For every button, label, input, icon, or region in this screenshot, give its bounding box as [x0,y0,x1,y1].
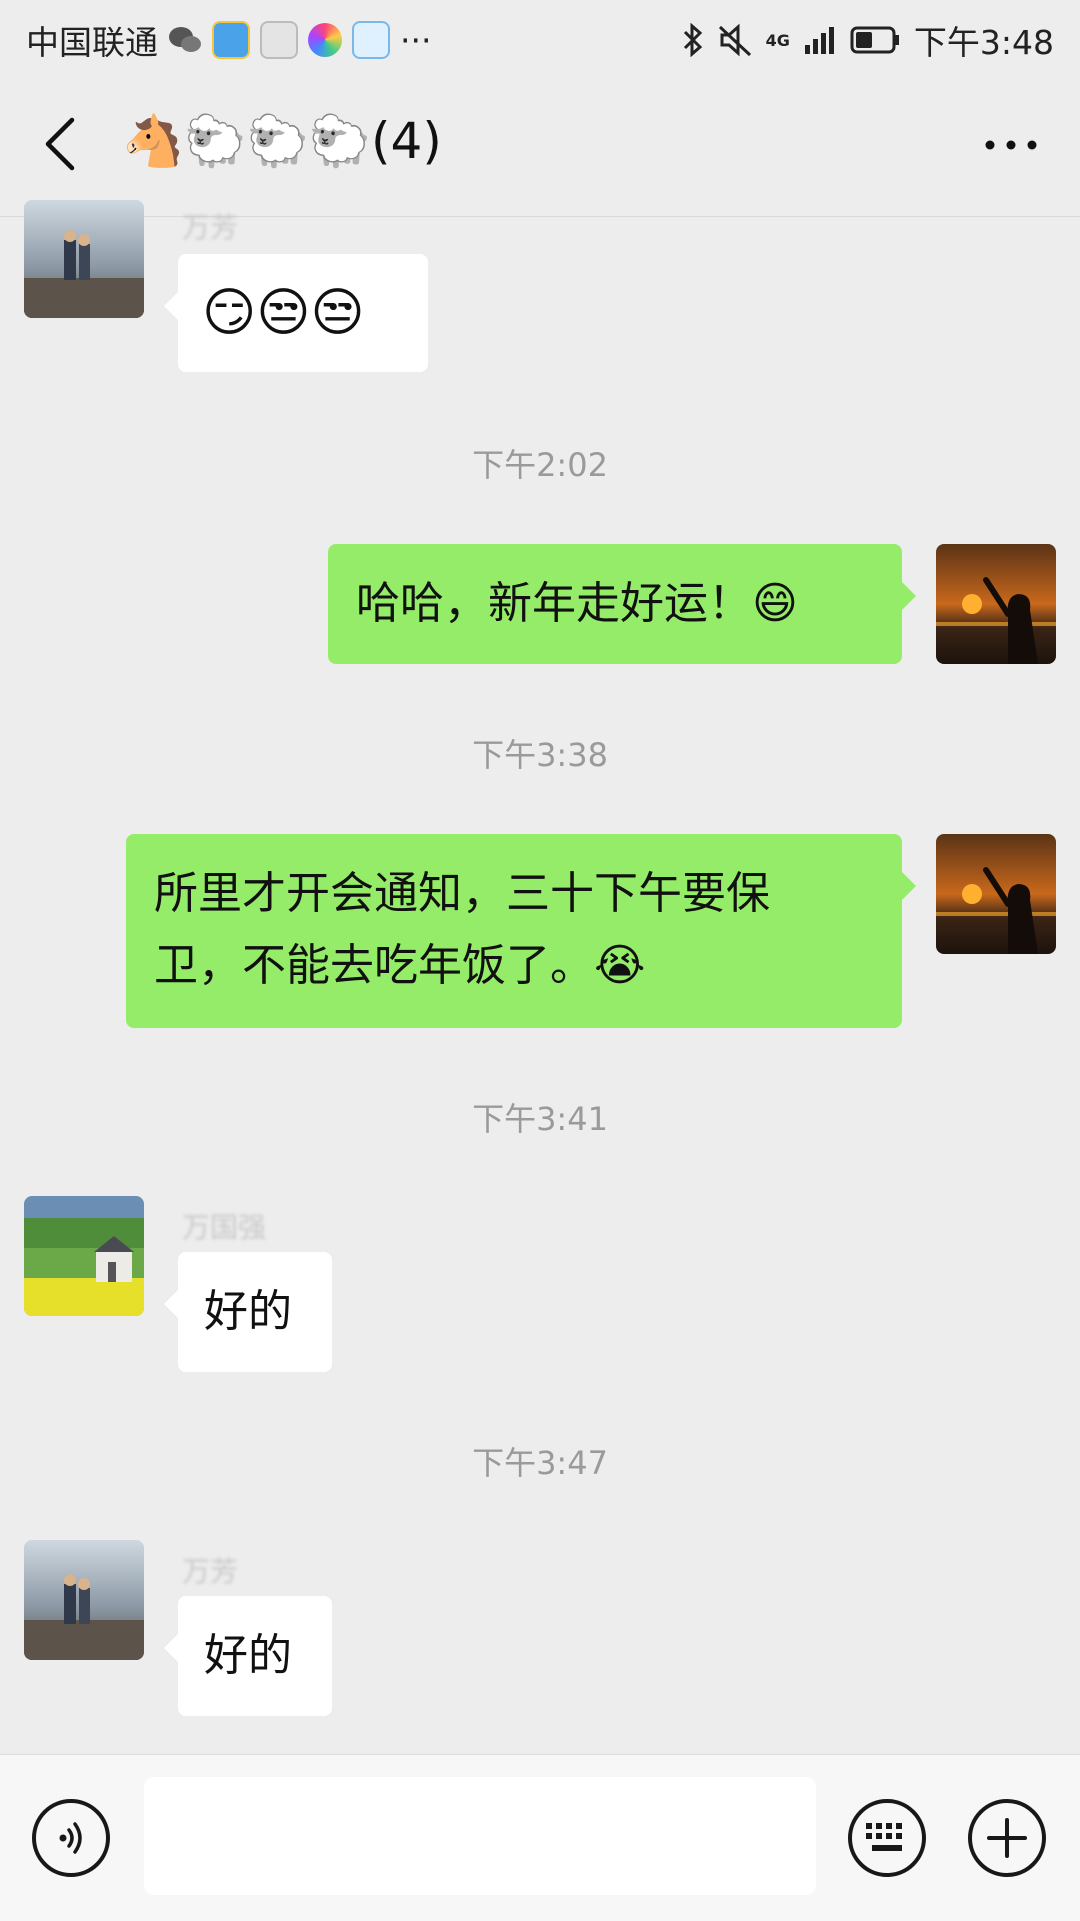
network-type-label: 4G [765,30,790,50]
incoming-message-bubble[interactable]: 好的 [164,1596,332,1716]
message-input[interactable] [144,1777,816,1895]
app-icon [260,20,298,60]
message-text: 好的 [204,1630,292,1681]
message-text: 哈哈，新年走好运！😄 [356,578,798,629]
message-timestamp: 下午3:47 [472,1444,608,1482]
message-text: 好的 [204,1286,292,1337]
chat-input-bar [0,1754,1080,1921]
messenger-app-icon [212,20,250,60]
more-dots-icon [985,140,1037,150]
incoming-message-bubble[interactable]: 好的 [164,1252,332,1372]
message-text-line: 所里才开会通知，三十下午要保 [154,868,770,919]
voice-icon [59,1822,82,1854]
more-functions-button[interactable] [968,1799,1046,1877]
incoming-message-bubble[interactable]: 😏😒😒 [164,254,428,372]
signal-icon [804,20,836,60]
sender-avatar[interactable] [24,200,144,318]
more-options-button[interactable] [976,120,1046,170]
colorful-app-icon [308,20,342,60]
clock-label: 下午3:48 [913,23,1054,62]
chat-header: 🐴🐑🐑🐑(4) [0,74,1080,217]
cartoon-app-icon [352,20,390,60]
sender-name: 万芳 [182,1555,239,1588]
sender-avatar[interactable] [24,1540,144,1660]
message-timestamp: 下午3:41 [472,1100,608,1138]
message-text: 😏😒😒 [202,283,365,343]
keyboard-button[interactable] [848,1799,926,1877]
more-notifications-label: ··· [400,20,432,60]
voice-input-button[interactable] [32,1799,110,1877]
battery-icon [850,20,900,60]
plus-icon [987,1818,1027,1858]
sender-avatar[interactable] [24,1196,144,1316]
status-bar: 中国联通 ··· 4G 下午3:48 [0,0,1080,74]
back-button[interactable] [34,114,94,174]
keyboard-icon [866,1823,902,1851]
my-avatar[interactable] [936,544,1056,664]
my-avatar[interactable] [936,834,1056,954]
message-timestamp: 下午3:38 [472,736,608,774]
chat-title: 🐴🐑🐑🐑(4) [122,112,442,170]
message-text-line: 卫，不能去吃年饭了。😭 [154,940,646,991]
sender-name: 万国强 [182,1211,267,1244]
bluetooth-icon [682,20,704,60]
sender-name: 万芳 [182,211,239,244]
outgoing-message-bubble[interactable]: 哈哈，新年走好运！😄 [328,544,916,664]
carrier-label: 中国联通 [26,23,158,62]
outgoing-message-bubble[interactable]: 所里才开会通知，三十下午要保 卫，不能去吃年饭了。😭 [126,834,916,1028]
message-timestamp: 下午2:02 [472,446,608,484]
wechat-icon [168,20,202,60]
mute-icon [718,20,752,60]
chevron-left-icon [45,117,75,171]
